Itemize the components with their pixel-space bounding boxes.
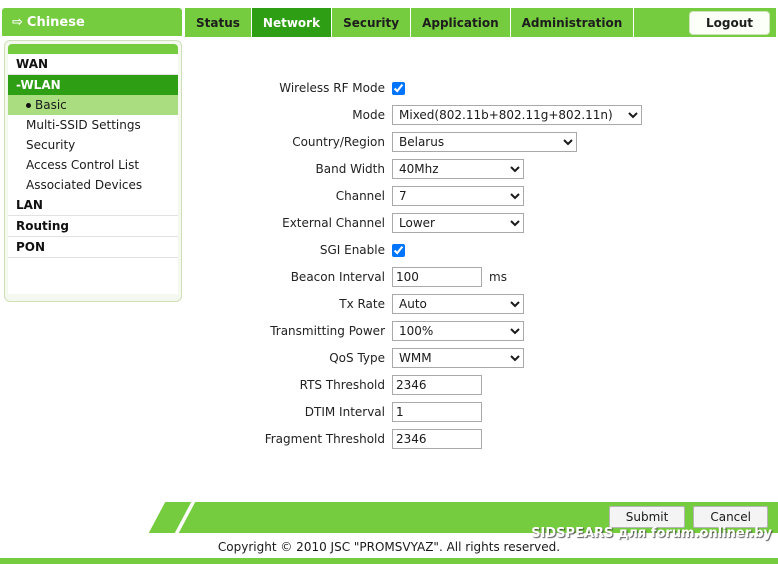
label-wireless-rf-mode: Wireless RF Mode xyxy=(279,81,385,95)
label-band-width: Band Width xyxy=(315,162,386,176)
label-tx-rate: Tx Rate xyxy=(339,297,385,311)
tab-security[interactable]: Security xyxy=(332,8,412,37)
sidebar-top-strip xyxy=(8,44,178,54)
sidebar-item-access-control-list[interactable]: Access Control List xyxy=(8,155,178,175)
wlan-basic-form: Wireless RF Mode Mode Mixed(802.11b+802.… xyxy=(200,78,760,456)
sidebar-item-wlan[interactable]: -WLAN xyxy=(8,75,178,95)
mode-select[interactable]: Mixed(802.11b+802.11g+802.11n) xyxy=(392,105,642,125)
label-channel: Channel xyxy=(335,189,385,203)
label-transmitting-power: Transmitting Power xyxy=(270,324,385,338)
label-dtim-interval: DTIM Interval xyxy=(304,405,385,419)
country-region-select[interactable]: Belarus xyxy=(392,132,577,152)
row-tx-rate: Tx Rate Auto xyxy=(200,294,760,314)
row-transmitting-power: Transmitting Power 100% xyxy=(200,321,760,341)
arrow-right-icon: ⇨ xyxy=(12,14,23,30)
row-external-channel: External Channel Lower xyxy=(200,213,760,233)
footer-buttons: Submit Cancel xyxy=(608,506,768,528)
logout-container: Logout xyxy=(688,8,776,37)
sidebar-item-multi-ssid-settings[interactable]: Multi-SSID Settings xyxy=(8,115,178,135)
qos-type-select[interactable]: WMM xyxy=(392,348,524,368)
label-sgi-enable: SGI Enable xyxy=(319,243,385,257)
beacon-interval-unit: ms xyxy=(489,270,507,284)
transmitting-power-select[interactable]: 100% xyxy=(392,321,524,341)
dtim-interval-input[interactable] xyxy=(392,402,482,422)
bottom-green-strip xyxy=(0,558,778,564)
row-sgi-enable: SGI Enable xyxy=(200,240,760,260)
sidebar-item-basic-label: Basic xyxy=(35,98,67,112)
row-fragment-threshold: Fragment Threshold xyxy=(200,429,760,449)
sidebar-item-pon[interactable]: PON xyxy=(8,237,178,258)
label-external-channel: External Channel xyxy=(282,216,385,230)
sidebar-item-lan[interactable]: LAN xyxy=(8,195,178,216)
label-qos-type: QoS Type xyxy=(329,351,385,365)
logout-button[interactable]: Logout xyxy=(688,10,770,35)
language-switch-button[interactable]: ⇨ Chinese xyxy=(2,8,182,36)
language-switch-label: Chinese xyxy=(26,14,85,30)
cancel-button[interactable]: Cancel xyxy=(693,506,768,528)
row-dtim-interval: DTIM Interval xyxy=(200,402,760,422)
sidebar-item-associated-devices[interactable]: Associated Devices xyxy=(8,175,178,195)
bullet-icon xyxy=(26,102,31,108)
tab-administration[interactable]: Administration xyxy=(510,8,635,37)
row-channel: Channel 7 xyxy=(200,186,760,206)
label-country-region: Country/Region xyxy=(292,135,385,149)
tab-network[interactable]: Network xyxy=(251,8,333,37)
row-band-width: Band Width 40Mhz xyxy=(200,159,760,179)
rts-threshold-input[interactable] xyxy=(392,375,482,395)
tab-strip-spacer xyxy=(634,8,689,37)
fragment-threshold-input[interactable] xyxy=(392,429,482,449)
row-rts-threshold: RTS Threshold xyxy=(200,375,760,395)
band-width-select[interactable]: 40Mhz xyxy=(392,159,524,179)
beacon-interval-input[interactable] xyxy=(392,267,482,287)
main-tab-strip: Status Network Security Application Admi… xyxy=(185,8,776,37)
sidebar-items: WAN -WLAN Basic Multi-SSID Settings Secu… xyxy=(8,54,178,294)
channel-select[interactable]: 7 xyxy=(392,186,524,206)
top-bar: ⇨ Chinese Status Network Security Applic… xyxy=(0,0,778,40)
sidebar-item-wan[interactable]: WAN xyxy=(8,54,178,75)
label-fragment-threshold: Fragment Threshold xyxy=(264,432,385,446)
label-rts-threshold: RTS Threshold xyxy=(299,378,385,392)
wireless-rf-mode-checkbox[interactable] xyxy=(392,81,405,95)
label-mode: Mode xyxy=(352,108,385,122)
tab-application[interactable]: Application xyxy=(411,8,511,37)
row-beacon-interval: Beacon Interval ms xyxy=(200,267,760,287)
label-beacon-interval: Beacon Interval xyxy=(290,270,385,284)
row-country-region: Country/Region Belarus xyxy=(200,132,760,152)
sidebar-nav: WAN -WLAN Basic Multi-SSID Settings Secu… xyxy=(4,40,182,302)
copyright-text: Copyright © 2010 JSC "PROMSVYAZ". All ri… xyxy=(217,540,561,554)
sgi-enable-checkbox[interactable] xyxy=(392,243,405,257)
row-wireless-rf-mode: Wireless RF Mode xyxy=(200,78,760,98)
watermark-text: SIDSPEARS для forum.onliner.by xyxy=(531,526,772,541)
sidebar-item-security[interactable]: Security xyxy=(8,135,178,155)
row-qos-type: QoS Type WMM xyxy=(200,348,760,368)
submit-button[interactable]: Submit xyxy=(608,506,686,528)
sidebar-item-basic[interactable]: Basic xyxy=(8,95,178,115)
sidebar-item-routing[interactable]: Routing xyxy=(8,216,178,237)
tx-rate-select[interactable]: Auto xyxy=(392,294,524,314)
row-mode: Mode Mixed(802.11b+802.11g+802.11n) xyxy=(200,105,760,125)
tab-status[interactable]: Status xyxy=(185,8,252,37)
external-channel-select[interactable]: Lower xyxy=(392,213,524,233)
